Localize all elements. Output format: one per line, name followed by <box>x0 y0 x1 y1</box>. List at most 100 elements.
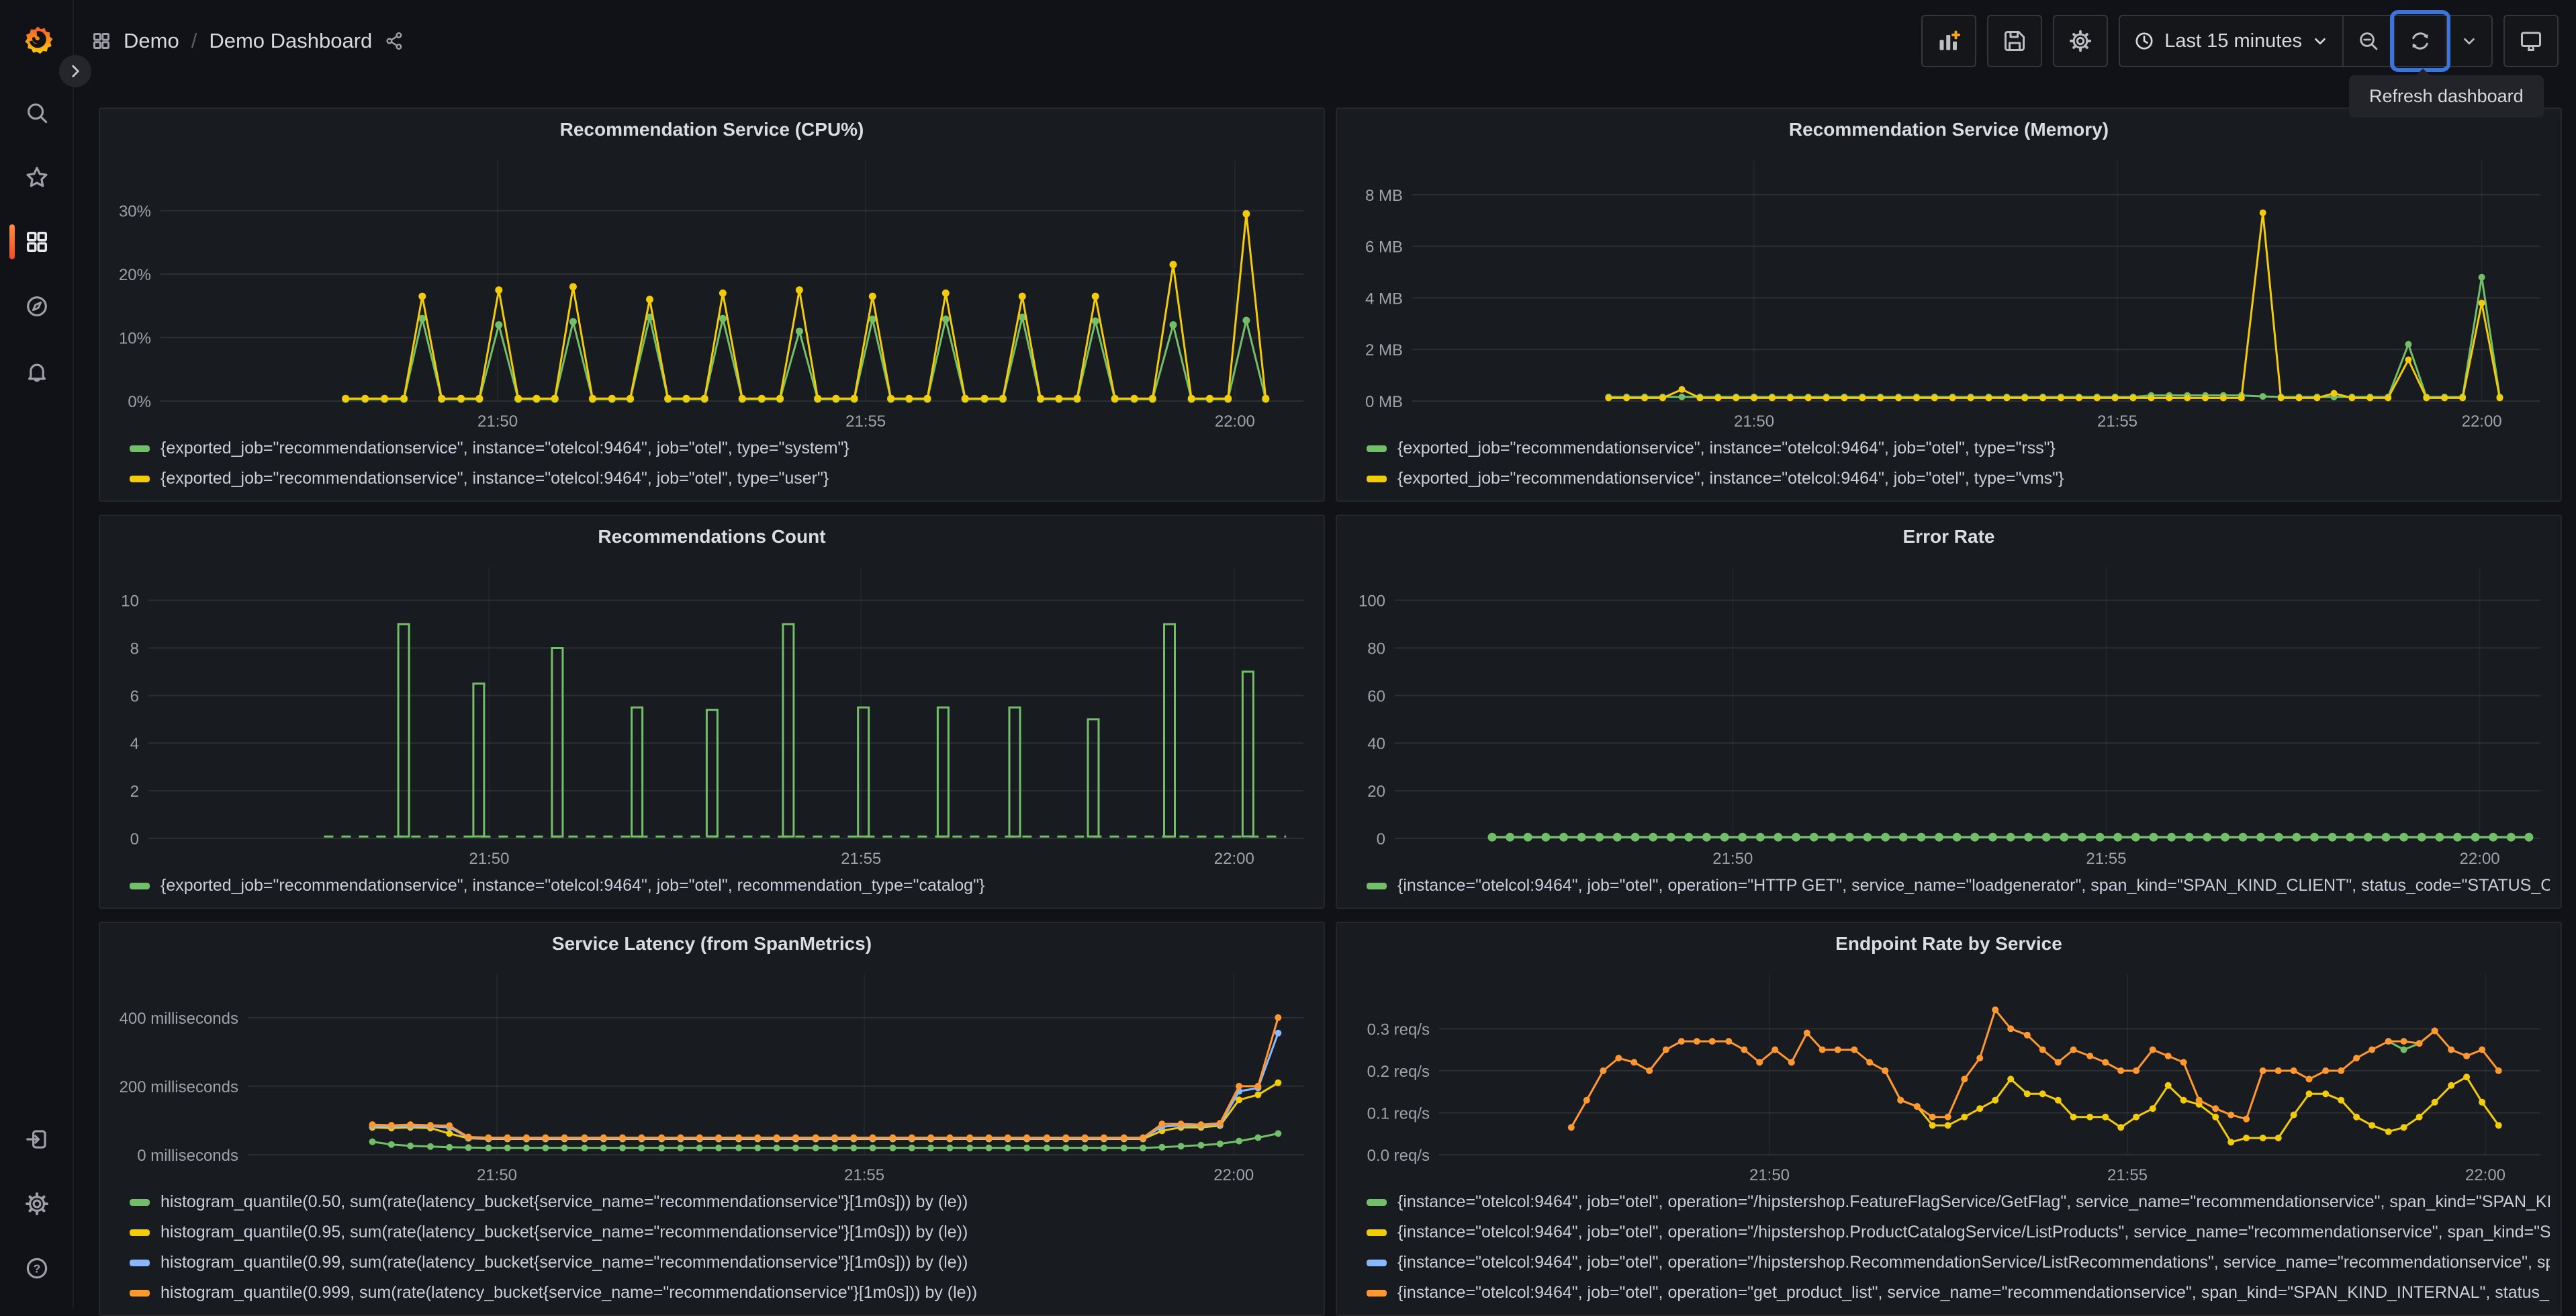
svg-text:21:50: 21:50 <box>1712 850 1753 868</box>
chevron-down-icon <box>2311 32 2329 50</box>
legend-item[interactable]: {instance="otelcol:9464", job="otel", op… <box>1367 871 2550 901</box>
breadcrumb-section[interactable]: Demo <box>124 29 179 53</box>
legend-label: histogram_quantile(0.99, sum(rate(latenc… <box>160 1253 968 1272</box>
svg-text:2 MB: 2 MB <box>1365 341 1403 359</box>
legend-item[interactable]: {exported_job="recommendationservice", i… <box>130 464 1313 494</box>
legend-item[interactable]: histogram_quantile(0.99, sum(rate(latenc… <box>130 1247 1313 1278</box>
cycle-view-mode-button[interactable] <box>2503 15 2559 67</box>
series-color-swatch <box>130 445 150 452</box>
legend-item[interactable]: histogram_quantile(0.95, sum(rate(latenc… <box>130 1217 1313 1247</box>
timeseries-chart[interactable]: 024681021:5021:5522:00 <box>108 558 1316 869</box>
sidebar-expand-button[interactable] <box>59 55 91 87</box>
sidebar-item-configuration[interactable] <box>0 1172 74 1236</box>
refresh-tooltip: Refresh dashboard <box>2349 75 2544 118</box>
legend-item[interactable]: {instance="otelcol:9464", job="otel", op… <box>1367 1278 2550 1308</box>
panel-title[interactable]: Service Latency (from SpanMetrics) <box>100 923 1324 965</box>
legend-label: {instance="otelcol:9464", job="otel", op… <box>1397 1253 2550 1272</box>
svg-text:?: ? <box>34 1262 41 1275</box>
apps-icon <box>24 229 50 255</box>
panel-title[interactable]: Error Rate <box>1337 516 2561 558</box>
gear-icon <box>24 1191 50 1217</box>
dashboard-settings-button[interactable] <box>2053 15 2108 67</box>
legend-item[interactable]: {exported_job="recommendationservice", i… <box>130 871 1313 901</box>
timeseries-chart[interactable]: 0.0 req/s0.1 req/s0.2 req/s0.3 req/s21:5… <box>1345 965 2552 1186</box>
sidebar-item-dashboards[interactable] <box>0 210 74 274</box>
add-panel-button[interactable] <box>1921 15 1976 67</box>
svg-text:0.3 req/s: 0.3 req/s <box>1367 1020 1430 1039</box>
svg-text:22:00: 22:00 <box>1213 1166 1254 1184</box>
time-range-label: Last 15 minutes <box>2164 30 2302 52</box>
svg-text:21:50: 21:50 <box>477 412 518 431</box>
legend-label: histogram_quantile(0.999, sum(rate(laten… <box>160 1283 977 1303</box>
timeseries-chart[interactable]: 0%10%20%30%21:5021:5522:00 <box>108 150 1316 432</box>
svg-text:21:55: 21:55 <box>845 412 886 431</box>
legend-item[interactable]: {instance="otelcol:9464", job="otel", op… <box>1367 1217 2550 1247</box>
svg-text:6 MB: 6 MB <box>1365 238 1403 257</box>
svg-text:0 milliseconds: 0 milliseconds <box>137 1147 238 1165</box>
legend-item[interactable]: histogram_quantile(0.50, sum(rate(latenc… <box>130 1187 1313 1217</box>
svg-text:8 MB: 8 MB <box>1365 187 1403 205</box>
panel-title[interactable]: Endpoint Rate by Service <box>1337 923 2561 965</box>
sidebar-item-starred[interactable] <box>0 145 74 210</box>
refresh-dashboard-button[interactable] <box>2393 16 2446 66</box>
gear-icon <box>2068 29 2092 53</box>
active-indicator <box>9 224 15 259</box>
legend-item[interactable]: {exported_job="recommendationservice", i… <box>1367 464 2550 494</box>
panel-title[interactable]: Recommendations Count <box>100 516 1324 558</box>
svg-text:8: 8 <box>130 640 139 658</box>
svg-text:22:00: 22:00 <box>2460 850 2500 868</box>
series-color-swatch <box>1367 883 1387 889</box>
clock-icon <box>2133 30 2155 52</box>
legend-item[interactable]: {exported_job="recommendationservice", i… <box>130 433 1313 464</box>
svg-text:20%: 20% <box>119 266 151 284</box>
svg-text:21:55: 21:55 <box>2097 412 2137 431</box>
svg-text:20: 20 <box>1367 783 1385 801</box>
svg-text:21:50: 21:50 <box>1749 1166 1790 1184</box>
legend-item[interactable]: {instance="otelcol:9464", job="otel", op… <box>1367 1247 2550 1278</box>
svg-text:21:55: 21:55 <box>841 850 881 868</box>
zoom-out-button[interactable] <box>2342 16 2393 66</box>
breadcrumb: Demo / Demo Dashboard <box>91 29 404 53</box>
svg-text:21:50: 21:50 <box>1734 412 1774 431</box>
timeseries-chart[interactable]: 0 MB2 MB4 MB6 MB8 MB21:5021:5522:00 <box>1345 150 2552 432</box>
sidebar-item-signin[interactable] <box>0 1107 74 1172</box>
time-range-picker[interactable]: Last 15 minutes <box>2120 16 2342 66</box>
svg-text:0.2 req/s: 0.2 req/s <box>1367 1063 1430 1081</box>
legend-label: {instance="otelcol:9464", job="otel", op… <box>1397 876 2550 895</box>
legend-item[interactable]: {exported_job="recommendationservice", i… <box>1367 433 2550 464</box>
svg-text:0: 0 <box>1377 830 1385 848</box>
tooltip-text: Refresh dashboard <box>2369 86 2524 106</box>
timeseries-chart[interactable]: 0 milliseconds200 milliseconds400 millis… <box>108 965 1316 1186</box>
legend-label: {exported_job="recommendationservice", i… <box>160 469 829 488</box>
svg-text:10%: 10% <box>119 330 151 348</box>
svg-text:2: 2 <box>130 783 139 801</box>
grafana-logo[interactable] <box>22 24 53 55</box>
legend-item[interactable]: {instance="otelcol:9464", job="otel", op… <box>1367 1187 2550 1217</box>
sidebar-item-explore[interactable] <box>0 274 74 339</box>
breadcrumb-page[interactable]: Demo Dashboard <box>209 29 372 53</box>
breadcrumb-separator: / <box>191 29 197 53</box>
panel-title[interactable]: Recommendation Service (CPU%) <box>100 109 1324 150</box>
monitor-icon <box>2519 29 2543 53</box>
chevron-right-icon <box>66 62 84 80</box>
svg-text:100: 100 <box>1359 593 1385 611</box>
svg-text:4: 4 <box>130 735 139 753</box>
timeseries-chart[interactable]: 02040608010021:5021:5522:00 <box>1345 558 2552 869</box>
refresh-interval-dropdown[interactable] <box>2446 16 2491 66</box>
share-alt-icon[interactable] <box>384 31 404 51</box>
sidebar-item-alerting[interactable] <box>0 339 74 403</box>
legend-label: histogram_quantile(0.50, sum(rate(latenc… <box>160 1192 968 1212</box>
svg-text:80: 80 <box>1367 640 1385 658</box>
save-dashboard-button[interactable] <box>1987 15 2042 67</box>
legend-item[interactable]: histogram_quantile(0.999, sum(rate(laten… <box>130 1278 1313 1308</box>
panel-recommendation-memory: Recommendation Service (Memory) 0 MB2 MB… <box>1336 107 2562 502</box>
legend-label: {exported_job="recommendationservice", i… <box>160 439 849 458</box>
sidebar-item-search[interactable] <box>0 81 74 145</box>
legend-label: histogram_quantile(0.95, sum(rate(latenc… <box>160 1223 968 1242</box>
series-color-swatch <box>1367 1260 1387 1266</box>
legend-label: {exported_job="recommendationservice", i… <box>160 876 984 895</box>
series-color-swatch <box>1367 1290 1387 1297</box>
series-color-swatch <box>130 883 150 889</box>
sidebar-item-help[interactable]: ? <box>0 1236 74 1301</box>
series-color-swatch <box>130 476 150 482</box>
